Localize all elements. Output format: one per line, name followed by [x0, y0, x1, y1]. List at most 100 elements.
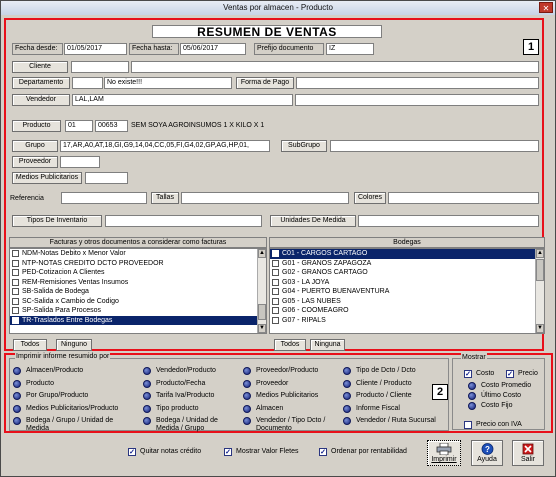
departamento-button[interactable]: Departamento [12, 77, 70, 89]
mostrar-fletes-checkbox[interactable]: ✓ Mostrar Valor Fletes [224, 447, 299, 456]
checkbox-icon[interactable] [12, 297, 19, 305]
docs-ninguno-button[interactable]: Ninguno [56, 339, 92, 351]
imprimir-button[interactable]: Imprimir [427, 440, 461, 466]
grupo-input[interactable]: 17,AR,A0,AT,18,GI,G9,14,04,CC,05,FI,G4,0… [60, 140, 270, 152]
bodegas-list-item[interactable]: G04 - PUERTO BUENAVENTURA [270, 287, 544, 297]
checkbox-icon[interactable] [272, 307, 279, 315]
bodegas-list-item[interactable]: G05 - LAS NUBES [270, 297, 544, 307]
close-icon[interactable]: ✕ [539, 2, 553, 13]
proveedor-button[interactable]: Proveedor [12, 156, 58, 168]
summary-option-radio[interactable]: Bodega / Unidad de Medida / Grupo [143, 417, 241, 433]
checkbox-icon[interactable] [272, 288, 279, 296]
summary-option-radio[interactable]: Almacen [243, 405, 341, 413]
checkbox-icon[interactable] [12, 259, 19, 267]
checkbox-icon[interactable] [272, 269, 279, 277]
summary-option-radio[interactable]: Por Grupo/Producto [13, 392, 138, 400]
summary-option-radio[interactable]: Almacen/Producto [13, 367, 138, 375]
quitar-notas-checkbox[interactable]: ✓ Quitar notas crédito [128, 447, 201, 456]
unidades-medida-input[interactable] [358, 215, 539, 227]
ultimo-costo-radio[interactable]: Último Costo [468, 392, 521, 400]
scroll-down-icon[interactable]: ▼ [258, 324, 266, 333]
unidades-medida-button[interactable]: Unidades De Medida [270, 215, 356, 227]
summary-option-radio[interactable]: Tipo producto [143, 405, 241, 413]
tallas-input[interactable] [181, 192, 349, 204]
referencia-input[interactable] [61, 192, 147, 204]
salir-button[interactable]: Salir [512, 440, 544, 466]
summary-option-radio[interactable]: Producto [13, 380, 138, 388]
docs-list-item[interactable]: PED-Cotizacion A Clientes [10, 268, 266, 278]
summary-option-radio[interactable]: Cliente / Producto [343, 380, 441, 388]
checkbox-icon[interactable] [12, 307, 19, 315]
forma-pago-input[interactable] [296, 77, 539, 89]
medios-input[interactable] [85, 172, 128, 184]
bodegas-list-scrollbar[interactable]: ▲ ▼ [535, 249, 544, 333]
producto-button[interactable]: Producto [12, 120, 61, 132]
bodegas-list-item[interactable]: G02 - GRANOS CARTAGO [270, 268, 544, 278]
cliente-name-input[interactable] [131, 61, 539, 73]
subgrupo-button[interactable]: SubGrupo [281, 140, 327, 152]
summary-option-radio[interactable]: Medios Publicitarios/Producto [13, 405, 138, 413]
scroll-thumb[interactable] [258, 304, 266, 320]
docs-list-item[interactable]: SB-Salida de Bodega [10, 287, 266, 297]
summary-option-radio[interactable]: Producto/Fecha [143, 380, 241, 388]
precio-checkbox[interactable]: ✓ Precio [506, 369, 538, 378]
checkbox-icon[interactable] [12, 316, 19, 324]
checkbox-icon[interactable] [272, 278, 279, 286]
proveedor-input[interactable] [60, 156, 100, 168]
checkbox-icon[interactable] [12, 278, 19, 286]
colores-input[interactable] [388, 192, 539, 204]
summary-option-radio[interactable]: Medios Publicitarios [243, 392, 341, 400]
summary-option-radio[interactable]: Vendedor / Ruta Sucursal [343, 417, 441, 425]
ayuda-button[interactable]: ? Ayuda [471, 440, 503, 466]
bodegas-list[interactable]: C01 - CARGOS CARTAGO G01 - GRANOS ZAPAGOZ… [269, 248, 545, 334]
bodegas-list-item[interactable]: G03 - LA JOYA [270, 278, 544, 288]
docs-list-item[interactable]: SC-Salida x Cambio de Codigo [10, 297, 266, 307]
docs-list-scrollbar[interactable]: ▲ ▼ [257, 249, 266, 333]
bodegas-list-item[interactable]: C01 - CARGOS CARTAGO [270, 249, 544, 259]
tipos-inventario-button[interactable]: Tipos De Inventario [12, 215, 102, 227]
costo-checkbox[interactable]: ✓ Costo [464, 369, 494, 378]
tallas-button[interactable]: Tallas [151, 192, 179, 204]
checkbox-icon[interactable] [272, 297, 279, 305]
departamento-code-input[interactable] [72, 77, 103, 89]
summary-option-radio[interactable]: Vendedor / Tipo Dcto / Documento [243, 417, 341, 433]
vendedor-input[interactable]: LAL,LAM [72, 94, 293, 106]
fecha-hasta-input[interactable]: 05/06/2017 [180, 43, 246, 55]
summary-option-radio[interactable]: Tarifa Iva/Producto [143, 392, 241, 400]
summary-option-radio[interactable]: Producto / Cliente [343, 392, 441, 400]
cliente-button[interactable]: Cliente [12, 61, 68, 73]
scroll-up-icon[interactable]: ▲ [536, 249, 544, 258]
costo-fijo-radio[interactable]: Costo Fijo [468, 402, 513, 410]
prefijo-input[interactable]: IZ [326, 43, 374, 55]
costo-promedio-radio[interactable]: Costo Promedio [468, 382, 531, 390]
docs-list-item[interactable]: TR-Traslados Entre Bodegas [10, 315, 266, 325]
vendedor-extra-input[interactable] [295, 94, 539, 106]
medios-publicitarios-button[interactable]: Medios Publicitarios [12, 172, 82, 184]
bodegas-ninguno-button[interactable]: Ninguna [310, 339, 345, 351]
summary-option-radio[interactable]: Tipo de Dcto / Dcto [343, 367, 441, 375]
summary-option-radio[interactable]: Bodega / Grupo / Unidad de Medida [13, 417, 138, 433]
summary-option-radio[interactable]: Proveedor [243, 380, 341, 388]
docs-list[interactable]: NDM-Notas Debito x Menor Valor NTP-NOTAS … [9, 248, 267, 334]
producto-code2-input[interactable]: 00653 [95, 120, 128, 132]
summary-option-radio[interactable]: Proveedor/Producto [243, 367, 341, 375]
vendedor-button[interactable]: Vendedor [12, 94, 70, 106]
docs-list-item[interactable]: REM-Remisiones Ventas Insumos [10, 278, 266, 288]
tipos-inventario-input[interactable] [105, 215, 262, 227]
colores-button[interactable]: Colores [354, 192, 386, 204]
fecha-desde-input[interactable]: 01/05/2017 [64, 43, 127, 55]
docs-list-item[interactable]: SP-Salida Para Procesos [10, 306, 266, 316]
bodegas-list-item[interactable]: G06 - COOMEAGRO [270, 306, 544, 316]
departamento-name-input[interactable]: No existe!!! [104, 77, 232, 89]
grupo-button[interactable]: Grupo [12, 140, 58, 152]
checkbox-icon[interactable] [272, 259, 279, 267]
checkbox-icon[interactable] [12, 269, 19, 277]
checkbox-icon[interactable] [272, 250, 279, 258]
docs-list-item[interactable]: NTP-NOTAS CREDITO DCTO PROVEEDOR [10, 259, 266, 269]
summary-option-radio[interactable]: Informe Fiscal [343, 405, 441, 413]
summary-option-radio[interactable]: Vendedor/Producto [143, 367, 241, 375]
ordenar-rentabilidad-checkbox[interactable]: ✓ Ordenar por rentabilidad [319, 447, 407, 456]
forma-pago-button[interactable]: Forma de Pago [236, 77, 294, 89]
precio-iva-checkbox[interactable]: Precio con IVA [464, 420, 522, 429]
docs-list-item[interactable]: NDM-Notas Debito x Menor Valor [10, 249, 266, 259]
